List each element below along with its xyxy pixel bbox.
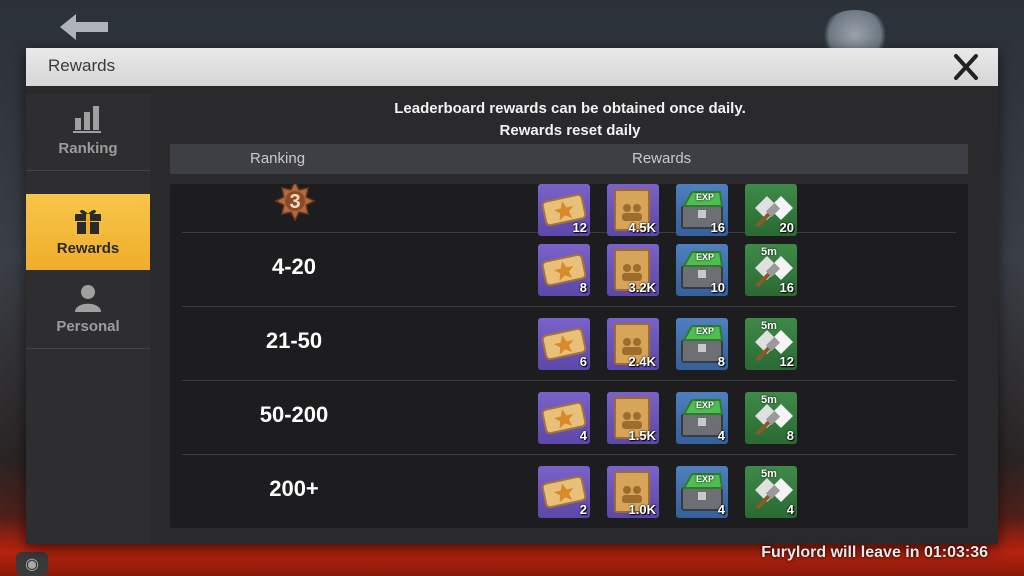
table-row: 50-200 4 1.5K EXP 4 5m 8	[182, 380, 956, 455]
recruit-envelope-icon[interactable]: 3.2K	[607, 244, 659, 296]
rank-medal-icon: 3	[274, 184, 316, 222]
tab-rewards-label: Rewards	[56, 240, 120, 257]
reward-quantity: 4	[717, 428, 725, 443]
rank-label: 21-50	[265, 328, 323, 353]
notice-text: Leaderboard rewards can be obtained once…	[170, 98, 970, 142]
reward-quantity: 8	[579, 280, 587, 295]
boss-timer: Furylord will leave in 01:03:36	[761, 544, 988, 561]
reward-quantity: 2	[579, 502, 587, 517]
reward-quantity: 1.0K	[628, 502, 656, 517]
table-row: 200+ 2 1.0K EXP 4 5m 4	[182, 454, 956, 528]
reward-quantity: 2.4K	[628, 354, 656, 369]
tab-ranking[interactable]: Ranking	[26, 94, 150, 171]
reward-quantity: 8	[786, 428, 794, 443]
duration-badge: 5m	[761, 320, 777, 332]
sidebar: Ranking Rewards Personal	[26, 94, 150, 544]
camera-icon[interactable]: ◉	[16, 552, 48, 576]
recruit-envelope-icon[interactable]: 1.5K	[607, 392, 659, 444]
exp-badge: EXP	[696, 474, 715, 484]
gold-ticket-icon[interactable]: 8	[538, 244, 590, 296]
rank-label: 50-200	[259, 402, 329, 427]
tab-rewards[interactable]: Rewards	[26, 194, 150, 270]
reward-quantity: 6	[579, 354, 587, 369]
duration-badge: 5m	[761, 394, 777, 406]
header-rewards: Rewards	[632, 150, 692, 167]
recruit-envelope-icon[interactable]: 4.5K	[607, 184, 659, 236]
close-button[interactable]	[948, 50, 984, 84]
header-ranking: Ranking	[250, 150, 306, 167]
speedup-hammer-icon[interactable]: 5m 12	[745, 318, 797, 370]
duration-badge: 5m	[761, 468, 777, 480]
gift-icon	[75, 209, 101, 234]
speedup-hammer-icon[interactable]: 5m 16	[745, 244, 797, 296]
recruit-envelope-icon[interactable]: 1.0K	[607, 466, 659, 518]
exp-chest-icon[interactable]: EXP 10	[676, 244, 728, 296]
recruit-envelope-icon[interactable]: 2.4K	[607, 318, 659, 370]
exp-badge: EXP	[696, 252, 715, 262]
exp-badge: EXP	[696, 400, 715, 410]
notice-line-2: Rewards reset daily	[499, 122, 641, 139]
reward-quantity: 8	[717, 354, 725, 369]
reward-quantity: 16	[779, 280, 794, 295]
reward-quantity: 4	[786, 502, 794, 517]
notice-line-1: Leaderboard rewards can be obtained once…	[394, 100, 746, 117]
tab-personal[interactable]: Personal	[26, 272, 150, 349]
exp-chest-icon[interactable]: EXP 4	[676, 466, 728, 518]
exp-badge: EXP	[696, 192, 715, 202]
table-row: 21-50 6 2.4K EXP 8 5m 12	[182, 306, 956, 381]
gold-ticket-icon[interactable]: 4	[538, 392, 590, 444]
reward-quantity: 10	[710, 280, 725, 295]
speedup-hammer-icon[interactable]: 5m 4	[745, 466, 797, 518]
rank-label: 4-20	[271, 254, 317, 279]
table-header: Ranking Rewards	[170, 144, 968, 174]
close-icon	[954, 54, 978, 80]
speedup-hammer-icon[interactable]: 5m 8	[745, 392, 797, 444]
tab-ranking-label: Ranking	[58, 140, 118, 157]
exp-chest-icon[interactable]: EXP 8	[676, 318, 728, 370]
panel-header: Rewards	[26, 48, 998, 86]
exp-badge: EXP	[696, 326, 715, 336]
person-icon	[75, 285, 101, 312]
reward-quantity: 4	[717, 502, 725, 517]
bar-chart-icon	[73, 106, 101, 133]
duration-badge: 5m	[761, 246, 777, 258]
table-row: 3 12 4.5K EXP 16 20	[182, 184, 956, 236]
tab-personal-label: Personal	[56, 318, 120, 335]
exp-chest-icon[interactable]: EXP 4	[676, 392, 728, 444]
reward-quantity: 3.2K	[628, 280, 656, 295]
rank-label: 200+	[269, 476, 319, 501]
exp-chest-icon[interactable]: EXP 16	[676, 184, 728, 236]
rewards-panel: Rewards Ranking Rewards Personal Leaderb…	[26, 48, 998, 544]
gold-ticket-icon[interactable]: 6	[538, 318, 590, 370]
rewards-table[interactable]: 3 12 4.5K EXP 16 20 4-20 8 3.2K EXP 10 5m 16 21-50 6 2.…	[170, 184, 968, 528]
reward-quantity: 4	[579, 428, 587, 443]
rank-label: 3	[289, 191, 300, 213]
speedup-hammer-icon[interactable]: 20	[745, 184, 797, 236]
gold-ticket-icon[interactable]: 12	[538, 184, 590, 236]
back-arrow-icon[interactable]	[56, 10, 112, 44]
reward-quantity: 1.5K	[628, 428, 656, 443]
gold-ticket-icon[interactable]: 2	[538, 466, 590, 518]
table-row: 4-20 8 3.2K EXP 10 5m 16	[182, 232, 956, 307]
reward-quantity: 12	[779, 354, 794, 369]
panel-title: Rewards	[48, 56, 116, 75]
